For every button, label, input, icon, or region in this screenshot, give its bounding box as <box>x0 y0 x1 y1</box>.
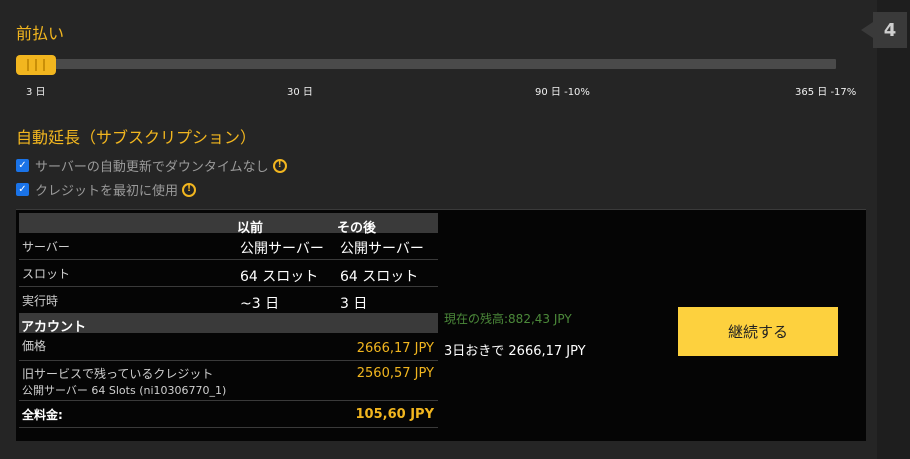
auto-renew-checkbox[interactable]: ✓ <box>16 159 29 172</box>
before-value: 公開サーバー <box>240 241 324 257</box>
continue-button[interactable]: 継続する <box>678 307 838 356</box>
credit-server-label: 公開サーバー 64 Slots (ni10306770_1) <box>22 384 227 397</box>
auto-renew-option: ✓ サーバーの自動更新でダウンタイムなし ! <box>16 156 287 175</box>
auto-renew-title: 自動延長（サブスクリプション） <box>16 128 257 147</box>
auto-renew-label[interactable]: サーバーの自動更新でダウンタイムなし <box>35 156 269 175</box>
before-value: ~3 日 <box>240 296 280 312</box>
tick-365-days[interactable]: 365 日 -17% <box>795 83 856 98</box>
order-summary: 以前 その後 サーバー 公開サーバー 公開サーバー スロット 64 スロット 6… <box>16 209 866 441</box>
total-label: 全料金: <box>22 408 63 422</box>
recurring-charge: 3日おきで 2666,17 JPY <box>444 344 586 359</box>
table-row: サーバー 公開サーバー 公開サーバー <box>19 233 438 260</box>
credit-label: 旧サービスで残っているクレジット <box>22 367 214 381</box>
prepay-title: 前払い <box>16 24 65 43</box>
table-row: 実行時 ~3 日 3 日 <box>19 287 438 313</box>
row-label: 実行時 <box>22 294 59 308</box>
prepay-slider-track[interactable] <box>18 59 836 69</box>
price-label: 価格 <box>22 339 47 353</box>
credit-row: 旧サービスで残っているクレジット 公開サーバー 64 Slots (ni1030… <box>19 361 438 401</box>
use-credit-checkbox[interactable]: ✓ <box>16 183 29 196</box>
payment-panel: 前払い 3 日 30 日 90 日 -10% 365 日 -17% 自動延長（サ… <box>0 0 877 459</box>
table-row: スロット 64 スロット 64 スロット <box>19 260 438 287</box>
row-label: スロット <box>22 267 71 281</box>
table-header: 以前 その後 <box>19 213 438 236</box>
use-credit-label[interactable]: クレジットを最初に使用 <box>35 180 178 199</box>
before-value: 64 スロット <box>240 269 319 285</box>
prepay-slider-thumb[interactable] <box>16 55 56 75</box>
after-value: 公開サーバー <box>340 241 424 257</box>
tick-30-days[interactable]: 30 日 <box>287 83 313 98</box>
price-row: 価格 2666,17 JPY <box>19 333 438 361</box>
row-label: サーバー <box>22 240 70 254</box>
tick-90-days[interactable]: 90 日 -10% <box>535 83 590 98</box>
step-number-badge: 4 <box>873 12 907 48</box>
total-value: 105,60 JPY <box>355 407 434 422</box>
grip-icon <box>27 59 45 71</box>
credit-value: 2560,57 JPY <box>356 366 434 381</box>
info-icon[interactable]: ! <box>272 158 287 173</box>
total-row: 全料金: 105,60 JPY <box>19 401 438 428</box>
account-header: アカウント <box>19 313 438 335</box>
price-value: 2666,17 JPY <box>356 341 434 356</box>
tick-3-days[interactable]: 3 日 <box>26 83 46 98</box>
step-badge-pointer <box>861 22 873 38</box>
after-value: 3 日 <box>340 296 368 312</box>
current-balance: 現在の残高:882,43 JPY <box>444 312 572 326</box>
after-value: 64 スロット <box>340 269 419 285</box>
info-icon[interactable]: ! <box>182 182 197 197</box>
use-credit-option: ✓ クレジットを最初に使用 ! <box>16 180 197 199</box>
